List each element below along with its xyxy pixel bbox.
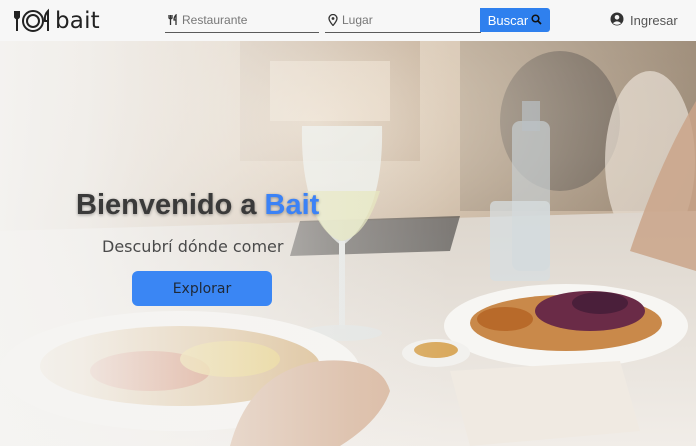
map-pin-icon: [327, 13, 339, 27]
plate-fork-knife-logo-icon: [14, 8, 52, 34]
hero-title-prefix: Bienvenido a: [76, 189, 265, 221]
fork-knife-icon: [167, 13, 179, 27]
hero-section: Bienvenido a Bait Descubrí dónde comer E…: [0, 41, 696, 446]
place-search-input[interactable]: [342, 10, 472, 30]
restaurant-field[interactable]: [165, 8, 319, 33]
login-label: Ingresar: [630, 12, 678, 28]
brand-name: bait: [55, 8, 100, 34]
user-circle-icon: [610, 12, 624, 29]
brand-logo[interactable]: bait: [14, 7, 100, 35]
top-navbar: bait Buscar: [0, 0, 696, 41]
login-link[interactable]: Ingresar: [610, 11, 678, 29]
hero-tagline: Descubrí dónde comer: [102, 237, 284, 256]
search-button-label: Buscar: [487, 12, 529, 28]
restaurant-search-input[interactable]: [182, 10, 312, 30]
hero-title: Bienvenido a Bait: [76, 189, 319, 222]
explore-button[interactable]: Explorar: [132, 271, 272, 306]
search-icon: [531, 13, 542, 28]
search-button[interactable]: Buscar: [480, 8, 550, 32]
place-field[interactable]: [325, 8, 481, 33]
hero-title-brand: Bait: [264, 189, 320, 221]
